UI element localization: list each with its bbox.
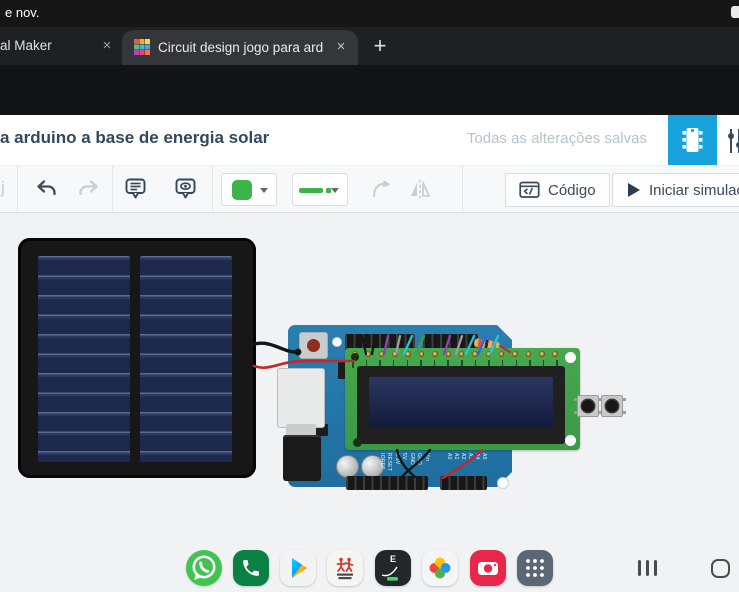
- close-icon[interactable]: ×: [98, 37, 116, 55]
- status-bar-text: e nov.: [5, 5, 39, 20]
- view-notes-button[interactable]: [174, 177, 198, 201]
- save-status: Todas as alterações salvas: [467, 130, 647, 147]
- redo-button[interactable]: [76, 177, 100, 201]
- simulate-button-label: Iniciar simulaç: [649, 182, 739, 199]
- chevron-down-icon: [331, 188, 339, 193]
- play-icon: [626, 182, 641, 198]
- recents-button[interactable]: [638, 560, 641, 576]
- editor-toolbar: j: [0, 165, 739, 213]
- divider: [462, 166, 463, 212]
- component-color-dropdown[interactable]: [221, 173, 277, 206]
- new-tab-button[interactable]: +: [368, 34, 392, 58]
- tinkercad-favicon: [134, 39, 150, 55]
- recents-button-bar: [654, 560, 657, 576]
- tab-active[interactable]: Circuit design jogo para ard ×: [122, 30, 358, 65]
- close-icon[interactable]: ×: [332, 38, 350, 56]
- divider: [17, 166, 18, 212]
- home-button[interactable]: [711, 559, 730, 578]
- address-bar-row: tinkercad.com/things/dTzk3fvgOlj-jogo-pa…: [0, 65, 739, 115]
- status-notification-icon: [731, 6, 739, 18]
- wire-swatch: [299, 188, 323, 193]
- whatsapp-icon[interactable]: [186, 550, 222, 586]
- page-title: a arduino a base de energia solar: [0, 128, 269, 148]
- chip-icon: [681, 125, 704, 155]
- wire-color-dropdown[interactable]: [292, 173, 348, 206]
- chevron-down-icon: [260, 188, 268, 193]
- camera-app-icon[interactable]: [470, 550, 506, 586]
- settings-sliders-icon[interactable]: [728, 127, 739, 155]
- wires-layer[interactable]: [0, 213, 739, 592]
- finance-app-letter: E: [375, 554, 411, 564]
- components-panel-button[interactable]: [668, 115, 717, 165]
- mirror-flip-button[interactable]: [408, 177, 432, 201]
- phone-app-icon[interactable]: [233, 550, 269, 586]
- screen: e nov. al Maker × Circuit design jogo pa…: [0, 0, 739, 592]
- divider: [212, 166, 213, 212]
- code-button[interactable]: Código: [505, 173, 610, 207]
- recents-button-bar: [646, 560, 649, 576]
- status-bar: e nov.: [0, 0, 739, 27]
- rotate-button[interactable]: [370, 177, 394, 201]
- photos-app-icon[interactable]: [422, 550, 458, 586]
- notes-button[interactable]: [124, 177, 148, 201]
- sports-app-icon[interactable]: [327, 550, 363, 586]
- app-drawer-icon[interactable]: [517, 550, 553, 586]
- doc-header: a arduino a base de energia solar Todas …: [0, 115, 739, 165]
- clipped-tool-icon: j: [1, 178, 5, 198]
- divider: [112, 166, 113, 212]
- undo-button[interactable]: [35, 177, 59, 201]
- finance-app-icon[interactable]: E: [375, 550, 411, 586]
- color-swatch: [232, 180, 252, 200]
- tab-title: Circuit design jogo para ard: [158, 30, 326, 65]
- tab-title: al Maker: [0, 27, 92, 65]
- tab-background[interactable]: al Maker ×: [0, 27, 118, 65]
- tab-strip: al Maker × Circuit design jogo para ard …: [0, 27, 739, 65]
- play-store-icon[interactable]: [280, 550, 316, 586]
- circuit-canvas[interactable]: IOREF RESET 3.3V 5V GND GND Vin A0 A1 A2…: [0, 213, 739, 592]
- start-simulation-button[interactable]: Iniciar simulaç: [612, 173, 739, 207]
- code-icon: [519, 181, 540, 199]
- code-button-label: Código: [548, 182, 596, 199]
